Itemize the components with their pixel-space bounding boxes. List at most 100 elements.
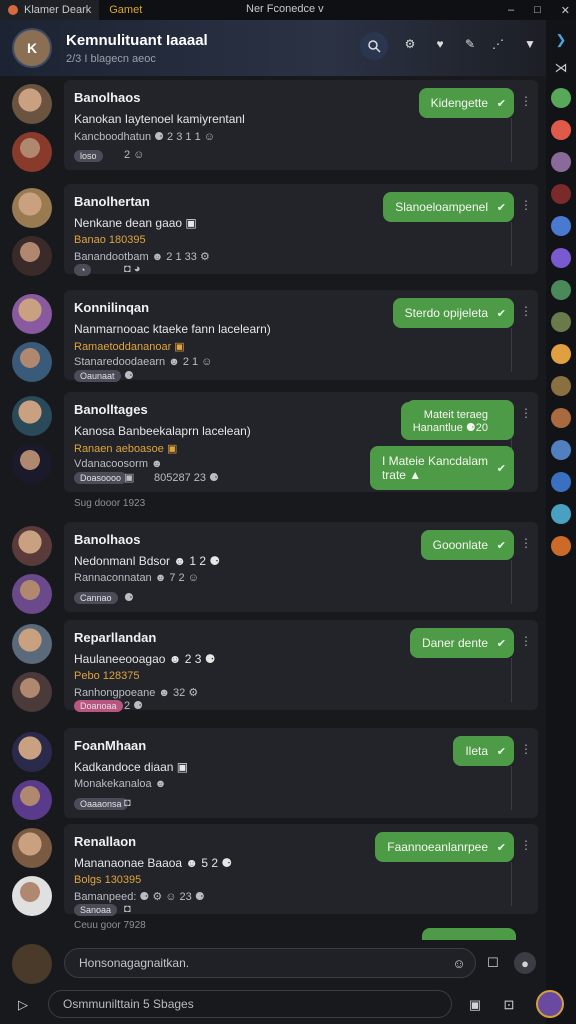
rail-app-icon[interactable] bbox=[551, 344, 571, 364]
contact-name: Konnilinqan bbox=[74, 300, 150, 315]
avatar[interactable] bbox=[12, 526, 52, 566]
status-badge: Sanoaa bbox=[74, 904, 118, 916]
tab-secondary[interactable]: Gamet bbox=[99, 4, 152, 16]
edit-icon[interactable]: ✎ bbox=[460, 34, 480, 54]
avatar[interactable] bbox=[12, 342, 52, 382]
close-button[interactable]: ✕ bbox=[561, 4, 570, 17]
image-icon[interactable]: ⊡ bbox=[498, 994, 520, 1016]
settings-icon[interactable]: ⚙ bbox=[400, 34, 420, 54]
window-title: Ner Fconedce v bbox=[246, 3, 324, 15]
check-icon: ✔ bbox=[496, 745, 506, 758]
avatar[interactable] bbox=[12, 574, 52, 614]
avatar[interactable] bbox=[12, 444, 52, 484]
conversation-card[interactable]: Renallaon Mananaonae Baaoa ☻ 5 2 ⚈ Bolgs 1… bbox=[64, 824, 538, 916]
check-icon: ✔ bbox=[496, 201, 506, 214]
conversation-card[interactable]: Konnilinqan Nanmarnooac ktaeke fann lacel… bbox=[64, 290, 538, 382]
attach-icon[interactable]: ▣ bbox=[464, 994, 486, 1016]
search-button[interactable] bbox=[360, 32, 388, 60]
avatar[interactable] bbox=[12, 294, 52, 334]
avatar[interactable] bbox=[12, 780, 52, 820]
divider bbox=[511, 766, 512, 810]
avatar[interactable] bbox=[12, 84, 52, 124]
collapse-icon[interactable]: ⋊ bbox=[555, 60, 568, 76]
window-title-text: Ner Fconedce bbox=[246, 3, 316, 15]
dots-icon[interactable]: ⋰ bbox=[488, 34, 508, 54]
message-bubble[interactable]: Gooonlate ✔ bbox=[420, 530, 514, 560]
more-icon[interactable]: ⋮ bbox=[520, 634, 532, 648]
message-bubble[interactable]: Ileta ✔ bbox=[453, 736, 514, 766]
rail-app-icon[interactable] bbox=[551, 248, 571, 268]
message-bubble[interactable]: Kidengette ✔ bbox=[418, 88, 514, 118]
avatar[interactable] bbox=[12, 236, 52, 276]
mic-icon[interactable]: ● bbox=[514, 952, 536, 974]
rail-app-icon[interactable] bbox=[551, 536, 571, 556]
divider bbox=[511, 328, 512, 372]
rail-app-icon[interactable] bbox=[551, 472, 571, 492]
avatar[interactable] bbox=[12, 132, 52, 172]
side-rail: ❯ ⋊ bbox=[546, 20, 576, 1024]
conversation-card[interactable]: Banolhertan Nenkane dean gaao ▣ Banao 1803… bbox=[64, 184, 538, 276]
avatar[interactable] bbox=[12, 828, 52, 868]
message-bubble[interactable]: Sterdo opijeleta ✔ bbox=[392, 298, 514, 328]
rail-app-icon[interactable] bbox=[551, 88, 571, 108]
more-icon[interactable]: ⋮ bbox=[520, 536, 532, 550]
avatar[interactable] bbox=[12, 396, 52, 436]
message-bubble[interactable]: Slanoeloampenel ✔ bbox=[383, 192, 514, 222]
message-bubble[interactable]: Faannoeanlanrpee ✔ bbox=[375, 832, 514, 862]
bubble-text: I Mateie Kancdalam bbox=[381, 454, 488, 468]
more-icon[interactable]: ⋮ bbox=[520, 406, 532, 420]
avatar[interactable] bbox=[12, 732, 52, 772]
date-separator: Sug dooor 1923 bbox=[74, 498, 146, 509]
tab-main[interactable]: Klamer Deark bbox=[0, 0, 100, 20]
send-icon[interactable]: ▷ bbox=[12, 994, 34, 1016]
compose-field[interactable]: Osmmunilttain 5 Sbages bbox=[48, 990, 452, 1018]
rail-app-icon[interactable] bbox=[551, 280, 571, 300]
check-icon: ✔ bbox=[496, 307, 506, 320]
rail-app-icon[interactable] bbox=[551, 120, 571, 140]
minimize-button[interactable]: – bbox=[508, 4, 514, 16]
chat-header: K Kemnulituant Iaaaal 2/3 I blagecn aeoc… bbox=[0, 20, 546, 76]
more-icon[interactable]: ⋮ bbox=[520, 198, 532, 212]
rail-app-icon[interactable] bbox=[551, 152, 571, 172]
more-icon[interactable]: ⋮ bbox=[520, 838, 532, 852]
avatar[interactable] bbox=[12, 672, 52, 712]
rail-app-icon[interactable] bbox=[551, 408, 571, 428]
conversation-card[interactable]: Reparllandan Haulaneeooagao ☻ 2 3 ⚈ Pebo 1… bbox=[64, 620, 538, 712]
rail-app-icon[interactable] bbox=[551, 184, 571, 204]
message-bubble[interactable]: Daner dente ✔ bbox=[409, 628, 514, 658]
avatar[interactable] bbox=[12, 188, 52, 228]
rail-app-icon[interactable] bbox=[551, 312, 571, 332]
shield-icon[interactable]: ♥ bbox=[430, 34, 450, 54]
conversation-card[interactable]: Banolhaos Kanokan Iaytenoel kamiyrentanl K… bbox=[64, 80, 538, 170]
tab-label: Klamer Deark bbox=[24, 4, 92, 16]
contact-name: Banolltages bbox=[74, 402, 148, 417]
rail-app-icon[interactable] bbox=[551, 376, 571, 396]
chat-icon[interactable]: ☐ bbox=[482, 952, 504, 974]
avatar[interactable]: K bbox=[12, 28, 52, 68]
conversation-card[interactable]: Banolltages Kanosa Banbeekalaprn lacelean… bbox=[64, 392, 538, 492]
message-meta: Stanaredoodaearn ☻ 2 1 ☺ bbox=[74, 356, 213, 368]
filter-icon[interactable]: ▼ bbox=[520, 34, 540, 54]
maximize-button[interactable]: □ bbox=[534, 4, 541, 16]
badge-icons: ◘ ◕ bbox=[124, 263, 141, 275]
bubble-subtext: Hanantlue ⚈20 bbox=[412, 421, 488, 434]
more-icon[interactable]: ⋮ bbox=[520, 304, 532, 318]
message-input[interactable]: Honsonagagnaitkan. bbox=[64, 948, 476, 978]
bubble-text: Faannoeanlanrpee bbox=[387, 840, 488, 854]
message-bubble[interactable]: I Mateie Kancdalam trate ▲ ✔ bbox=[369, 446, 514, 490]
rail-app-icon[interactable] bbox=[551, 504, 571, 524]
message-meta: Banandootbam ☻ 2 1 33 ⚙ bbox=[74, 251, 210, 263]
emoji-icon[interactable]: ☺ bbox=[448, 952, 470, 974]
rail-app-icon[interactable] bbox=[551, 216, 571, 236]
rail-app-icon[interactable] bbox=[551, 440, 571, 460]
conversation-card[interactable]: FoanMhaan Kadkandoce diaan ▣ Monakekanaloa… bbox=[64, 728, 538, 818]
more-icon[interactable]: ⋮ bbox=[520, 742, 532, 756]
conversation-card[interactable]: Banolhaos Nedonmanl Bdsor ☻ 1 2 ⚈ Rannacon… bbox=[64, 522, 538, 612]
user-avatar[interactable] bbox=[536, 990, 564, 1018]
avatar[interactable] bbox=[12, 876, 52, 916]
more-icon[interactable]: ⋮ bbox=[520, 94, 532, 108]
message-bubble[interactable] bbox=[422, 928, 516, 940]
avatar[interactable] bbox=[12, 624, 52, 664]
rail-chevron-icon[interactable]: ❯ bbox=[556, 32, 567, 48]
chevron-down-icon[interactable]: v bbox=[318, 3, 324, 15]
